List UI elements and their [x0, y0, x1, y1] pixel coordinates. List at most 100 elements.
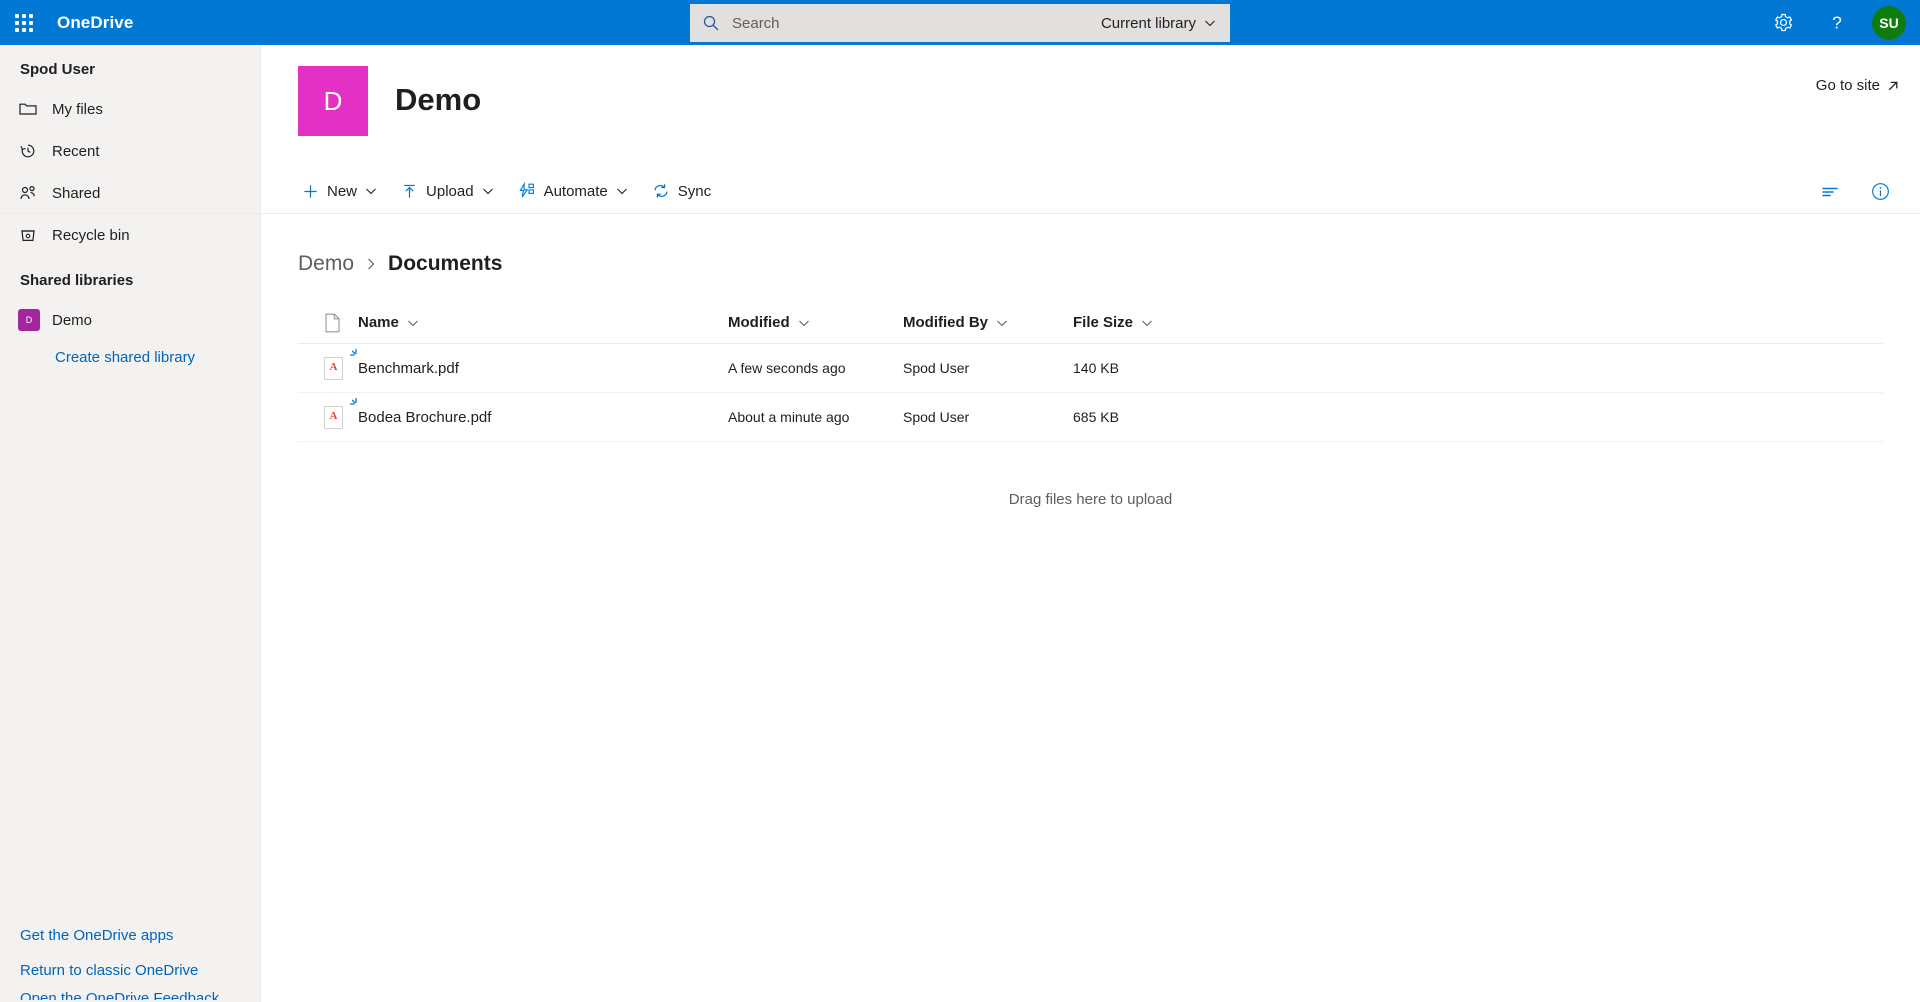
automate-button[interactable]: Automate: [508, 172, 638, 210]
column-header-label: Name: [358, 314, 399, 331]
shared-libraries-heading: Shared libraries: [0, 256, 260, 299]
new-item-sparkle-icon: [349, 397, 363, 411]
chevron-down-icon: [407, 317, 419, 329]
automate-flow-icon: [518, 182, 536, 200]
breadcrumb-item-demo[interactable]: Demo: [298, 252, 354, 276]
chevron-down-icon: [616, 185, 628, 197]
site-header: D Demo Go to site: [261, 45, 1920, 169]
sidebar-library-demo[interactable]: D Demo: [0, 299, 260, 341]
column-header-file-size[interactable]: File Size: [1073, 314, 1233, 331]
sidebar-user-name: Spod User: [0, 45, 260, 88]
file-list-header: Name Modified: [298, 302, 1883, 344]
svg-text:?: ?: [1832, 12, 1842, 32]
app-launcher-button[interactable]: [0, 0, 48, 45]
external-link-arrow-icon: [1886, 79, 1900, 93]
create-shared-library-link[interactable]: Create shared library: [0, 341, 260, 374]
sidebar-item-label: My files: [52, 101, 103, 118]
go-to-site-label: Go to site: [1816, 77, 1880, 94]
feedback-portal-link[interactable]: Open the OneDrive Feedback Portal: [0, 988, 260, 1000]
sidebar-footer: Get the OneDrive apps Return to classic …: [0, 918, 260, 1002]
table-row[interactable]: A Bodea Brochure.pdf About a minute ago: [298, 393, 1883, 442]
file-modified-cell: About a minute ago: [728, 409, 903, 425]
go-to-site-link[interactable]: Go to site: [1816, 77, 1900, 94]
plus-icon: [302, 183, 319, 200]
help-question-icon: ?: [1826, 12, 1848, 34]
onedrive-app: OneDrive Current library: [0, 0, 1920, 1002]
command-bar: New Upload: [0, 169, 1920, 214]
search-scope-label: Current library: [1101, 15, 1196, 32]
folder-icon: [18, 99, 52, 119]
sidebar-item-my-files[interactable]: My files: [0, 88, 260, 130]
file-name-cell: Bodea Brochure.pdf: [358, 409, 728, 426]
breadcrumb: Demo Documents: [261, 214, 1920, 276]
column-header-label: File Size: [1073, 314, 1133, 331]
file-type-column-icon[interactable]: [298, 313, 358, 333]
sync-icon: [652, 182, 670, 200]
help-button[interactable]: ?: [1810, 0, 1864, 45]
gear-icon: [1773, 12, 1794, 33]
table-row[interactable]: A Benchmark.pdf A few seconds ago Spod: [298, 344, 1883, 393]
suite-header: OneDrive Current library: [0, 0, 1920, 45]
sidebar-item-recent[interactable]: Recent: [0, 130, 260, 172]
search-scope-dropdown[interactable]: Current library: [1091, 4, 1230, 42]
suite-header-actions: ? SU: [1756, 0, 1920, 45]
search-box[interactable]: Current library: [690, 4, 1230, 42]
settings-button[interactable]: [1756, 0, 1810, 45]
file-size-cell: 685 KB: [1073, 409, 1233, 425]
file-name-cell: Benchmark.pdf: [358, 360, 728, 377]
sync-button-label: Sync: [678, 183, 711, 200]
sync-button[interactable]: Sync: [642, 172, 721, 210]
pdf-file-icon: A: [324, 406, 343, 429]
column-header-modified[interactable]: Modified: [728, 314, 903, 331]
main-content: D Demo Go to site New: [261, 45, 1920, 1002]
drag-drop-hint: Drag files here to upload: [298, 491, 1883, 508]
file-modified-by-cell: Spod User: [903, 360, 1073, 376]
file-list: Name Modified: [261, 302, 1920, 508]
info-circle-icon: [1870, 181, 1891, 202]
document-icon: [324, 313, 341, 333]
sidebar-item-label: Recycle bin: [52, 227, 130, 244]
get-onedrive-apps-link[interactable]: Get the OneDrive apps: [0, 918, 260, 953]
site-tile-icon: D: [298, 66, 368, 136]
sidebar-item-recycle-bin[interactable]: Recycle bin: [0, 214, 260, 256]
library-tile-icon: D: [18, 309, 40, 331]
list-view-options-button[interactable]: [1814, 176, 1846, 208]
chevron-down-icon: [798, 317, 810, 329]
upload-arrow-icon: [401, 183, 418, 200]
new-button[interactable]: New: [292, 172, 387, 210]
upload-button-label: Upload: [426, 183, 474, 200]
chevron-down-icon: [1141, 317, 1153, 329]
column-header-label: Modified: [728, 314, 790, 331]
avatar-initials: SU: [1879, 15, 1898, 31]
file-size-cell: 140 KB: [1073, 360, 1233, 376]
column-header-name[interactable]: Name: [358, 314, 728, 331]
new-item-sparkle-icon: [349, 348, 363, 362]
file-name-link[interactable]: Benchmark.pdf: [358, 360, 459, 377]
new-button-label: New: [327, 183, 357, 200]
sidebar-library-label: Demo: [52, 312, 92, 329]
upload-button[interactable]: Upload: [391, 172, 504, 210]
file-modified-by-cell: Spod User: [903, 409, 1073, 425]
breadcrumb-item-documents[interactable]: Documents: [388, 252, 502, 276]
search-input[interactable]: [732, 4, 1091, 42]
clock-history-icon: [18, 141, 52, 161]
avatar[interactable]: SU: [1872, 6, 1906, 40]
automate-button-label: Automate: [544, 183, 608, 200]
chevron-right-icon: [364, 256, 378, 272]
waffle-icon: [15, 14, 33, 32]
library-tile-initial: D: [26, 315, 33, 325]
brand-onedrive[interactable]: OneDrive: [57, 13, 133, 33]
page-title: Demo: [395, 82, 481, 118]
command-bar-right: [1814, 169, 1896, 214]
search-icon: [690, 14, 732, 32]
details-info-button[interactable]: [1864, 176, 1896, 208]
chevron-down-icon: [1204, 17, 1216, 29]
file-name-link[interactable]: Bodea Brochure.pdf: [358, 409, 491, 426]
file-modified-cell: A few seconds ago: [728, 360, 903, 376]
chevron-down-icon: [996, 317, 1008, 329]
column-header-modified-by[interactable]: Modified By: [903, 314, 1073, 331]
column-header-label: Modified By: [903, 314, 988, 331]
list-lines-icon: [1820, 182, 1840, 202]
return-to-classic-onedrive-link[interactable]: Return to classic OneDrive: [0, 953, 260, 988]
pdf-file-icon: A: [324, 357, 343, 380]
